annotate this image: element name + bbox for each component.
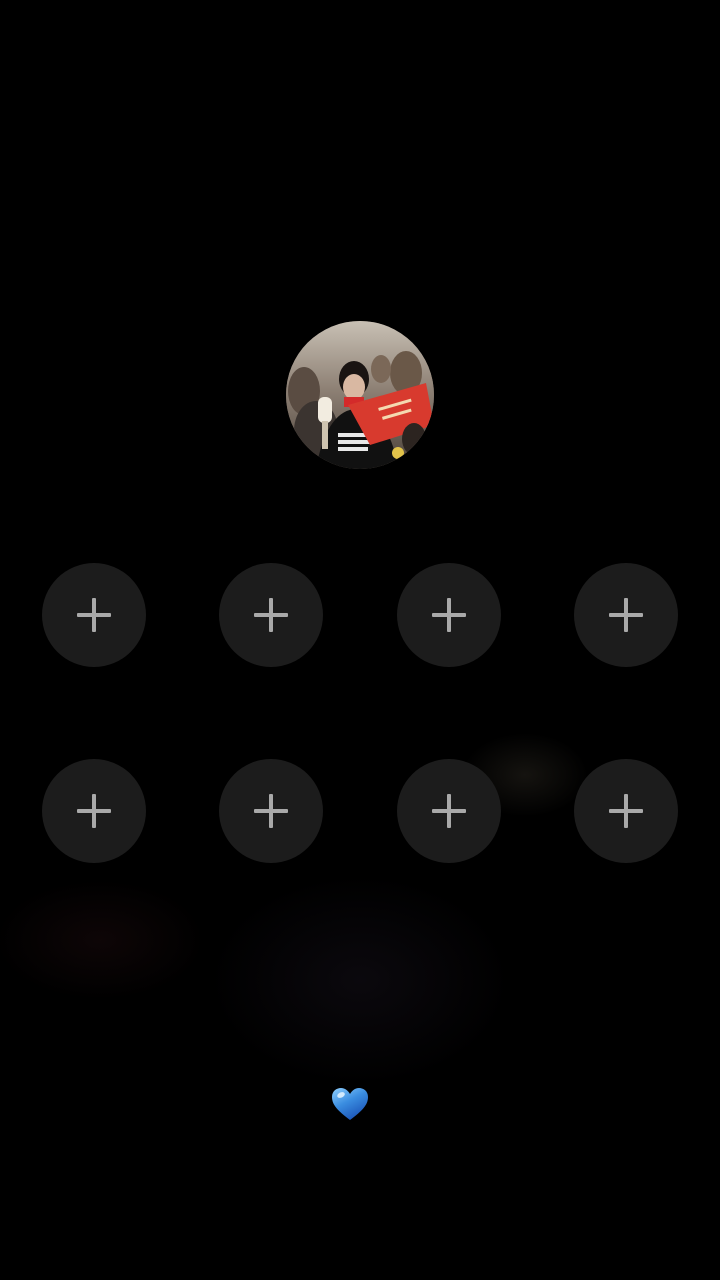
add-slot-8[interactable] [574,759,678,863]
blue-heart-icon [330,1086,370,1122]
add-slot-5[interactable] [42,759,146,863]
add-slot-7[interactable] [397,759,501,863]
add-slot-4[interactable] [574,563,678,667]
plus-icon [432,598,466,632]
plus-icon [77,598,111,632]
screen [0,0,720,1280]
plus-icon [609,794,643,828]
plus-icon [609,598,643,632]
add-slot-1[interactable] [42,563,146,667]
plus-icon [77,794,111,828]
add-slot-6[interactable] [219,759,323,863]
plus-icon [254,598,288,632]
profile-avatar[interactable] [286,321,434,469]
add-slot-3[interactable] [397,563,501,667]
profile-photo [286,321,434,469]
plus-icon [432,794,466,828]
add-slot-2[interactable] [219,563,323,667]
plus-icon [254,794,288,828]
